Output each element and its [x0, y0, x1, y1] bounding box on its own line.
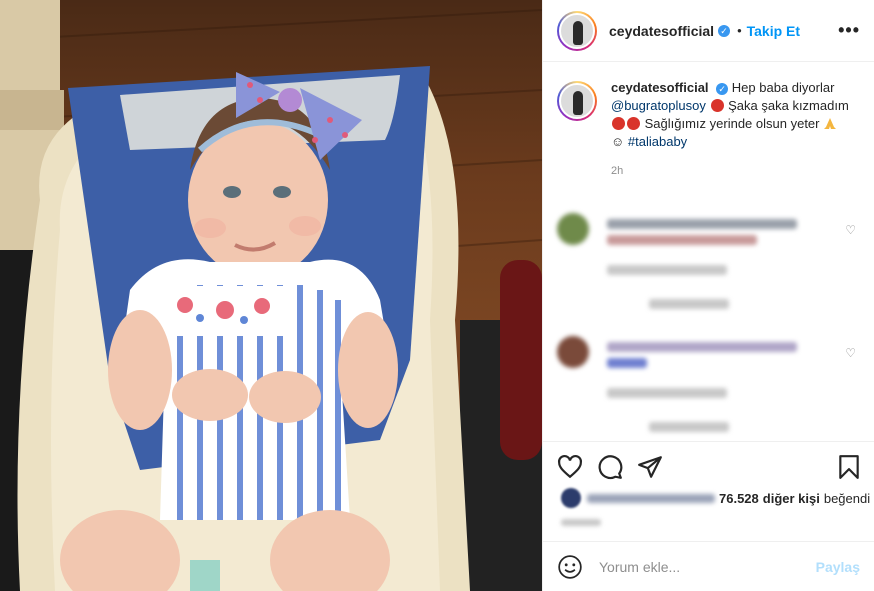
add-comment-bar: Paylaş	[543, 541, 874, 591]
liker-avatar	[561, 488, 581, 508]
blurred-comment: ♡	[557, 336, 860, 436]
more-options-icon[interactable]: •••	[838, 20, 860, 41]
praying-hands-icon	[824, 118, 837, 129]
likes-summary[interactable]: 76.528 diğer kişi beğendi	[561, 488, 870, 508]
avatar[interactable]	[557, 10, 597, 51]
like-comment-icon[interactable]: ♡	[845, 346, 856, 360]
like-comment-icon[interactable]: ♡	[845, 223, 856, 237]
post-actions: 76.528 diğer kişi beğendi	[543, 441, 874, 541]
caption-text: Hep baba diyorlar	[731, 80, 835, 95]
blurred-comment: ♡	[557, 213, 860, 313]
emoji-icon[interactable]	[557, 554, 583, 580]
blurred-timestamp	[561, 519, 601, 526]
post-side-panel: ceydatesofficial ✓ • Takip Et ••• ceydat…	[542, 0, 874, 591]
angry-emoji-icon	[627, 117, 640, 130]
blurred-liker-name	[587, 493, 715, 503]
post-comment-button[interactable]: Paylaş	[816, 559, 860, 575]
caption-timestamp: 2h	[611, 165, 624, 177]
comment-icon[interactable]	[597, 454, 623, 480]
comment-input[interactable]	[599, 558, 799, 575]
caption-text: Sağlığımız yerinde olsun yeter	[644, 116, 820, 131]
hashtag-link[interactable]: #taliababy	[628, 134, 687, 149]
angry-emoji-icon	[710, 99, 724, 112]
baby-photo-illustration	[0, 0, 542, 591]
likes-suffix-2: beğendi	[823, 490, 871, 506]
share-icon[interactable]	[637, 454, 663, 480]
caption-username[interactable]: ceydatesofficial	[611, 80, 709, 95]
post-header: ceydatesofficial ✓ • Takip Et •••	[543, 0, 874, 62]
post-photo[interactable]	[0, 0, 542, 591]
bookmark-icon[interactable]	[836, 454, 862, 480]
separator-dot: •	[737, 23, 742, 38]
comments-section[interactable]: ceydatesofficial ✓ Hep baba diyorlar @bu…	[543, 63, 874, 441]
caption-text: Şaka şaka kızmadım	[728, 98, 849, 113]
verified-badge-icon: ✓	[716, 82, 729, 95]
heart-icon[interactable]	[557, 454, 583, 480]
likes-count: 76.528	[719, 490, 759, 506]
verified-badge-icon: ✓	[718, 24, 731, 37]
follow-button[interactable]: Takip Et	[747, 23, 800, 39]
post-caption: ceydatesofficial ✓ Hep baba diyorlar @bu…	[557, 79, 860, 151]
caption-avatar[interactable]	[557, 81, 597, 121]
likes-suffix: diğer kişi	[762, 490, 820, 506]
mention-link[interactable]: @bugratoplusoy	[611, 98, 706, 113]
smiley-icon: ☺	[611, 134, 625, 149]
username-link[interactable]: ceydatesofficial	[609, 23, 714, 39]
angry-emoji-icon	[612, 117, 625, 130]
